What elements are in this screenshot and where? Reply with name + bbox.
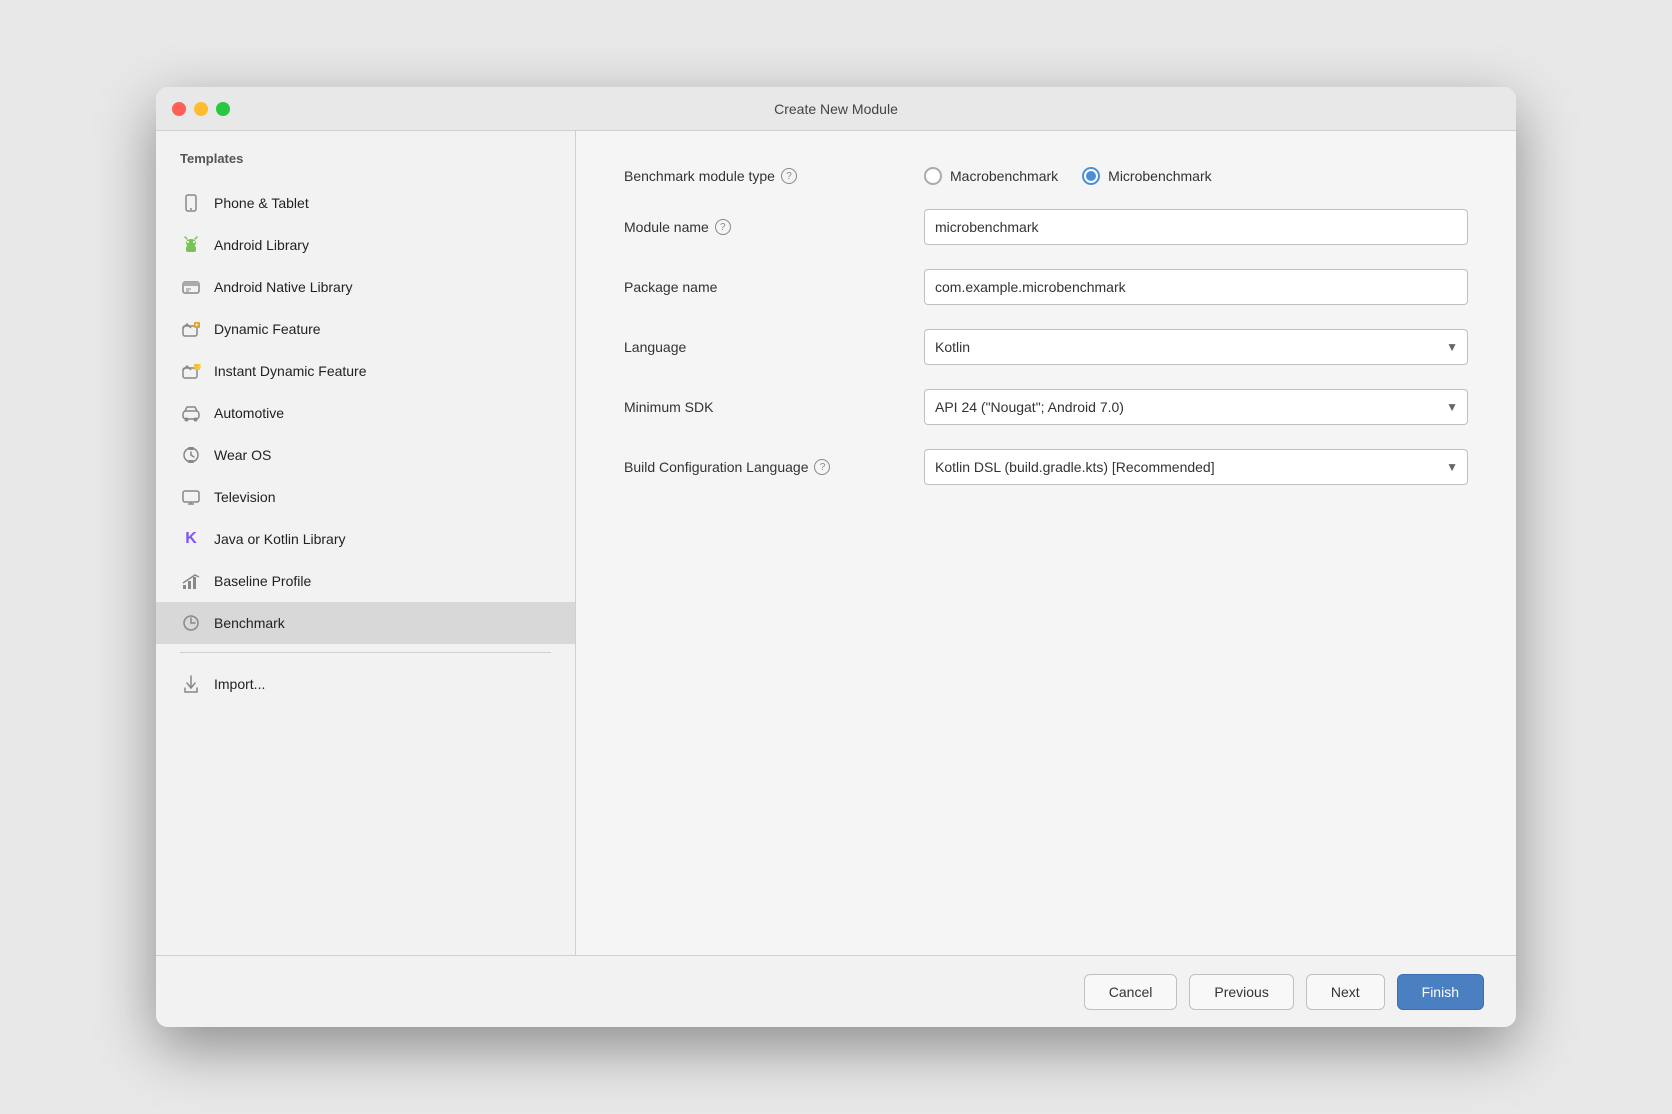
module-name-row: Module name ? — [624, 209, 1468, 245]
dialog-title: Create New Module — [774, 101, 898, 117]
sidebar-item-label: Android Native Library — [214, 279, 353, 295]
sidebar-item-benchmark[interactable]: Benchmark — [156, 602, 575, 644]
build-config-control: Kotlin DSL (build.gradle.kts) [Recommend… — [924, 449, 1468, 485]
cancel-button[interactable]: Cancel — [1084, 974, 1178, 1010]
import-label: Import... — [214, 676, 265, 692]
module-name-help[interactable]: ? — [715, 219, 731, 235]
package-name-label: Package name — [624, 279, 924, 295]
sidebar-item-baseline-profile[interactable]: Baseline Profile — [156, 560, 575, 602]
minimum-sdk-row: Minimum SDK API 24 ("Nougat"; Android 7.… — [624, 389, 1468, 425]
sidebar-item-instant-dynamic-feature[interactable]: ⚡ Instant Dynamic Feature — [156, 350, 575, 392]
instant-dynamic-icon: ⚡ — [180, 360, 202, 382]
native-library-icon — [180, 276, 202, 298]
sidebar-header: Templates — [156, 131, 575, 178]
svg-text:⚡: ⚡ — [196, 363, 202, 371]
language-select[interactable]: Kotlin Java — [924, 329, 1468, 365]
build-config-row: Build Configuration Language ? Kotlin DS… — [624, 449, 1468, 485]
maximize-button[interactable] — [216, 102, 230, 116]
package-name-row: Package name — [624, 269, 1468, 305]
benchmark-module-type-control: Macrobenchmark Microbenchmark — [924, 167, 1468, 185]
automotive-icon — [180, 402, 202, 424]
sidebar-item-label: Baseline Profile — [214, 573, 311, 589]
title-bar: Create New Module — [156, 87, 1516, 131]
microbenchmark-radio[interactable]: Microbenchmark — [1082, 167, 1211, 185]
sidebar-item-java-kotlin-library[interactable]: K Java or Kotlin Library — [156, 518, 575, 560]
dialog-content: Templates Phone & Tablet — [156, 131, 1516, 955]
module-name-label: Module name ? — [624, 219, 924, 235]
dynamic-feature-icon: + — [180, 318, 202, 340]
television-icon — [180, 486, 202, 508]
sidebar-item-import[interactable]: Import... — [156, 661, 575, 707]
minimum-sdk-select[interactable]: API 24 ("Nougat"; Android 7.0) API 21 ("… — [924, 389, 1468, 425]
dialog-footer: Cancel Previous Next Finish — [156, 955, 1516, 1027]
package-name-input[interactable] — [924, 269, 1468, 305]
sidebar-item-label: Benchmark — [214, 615, 285, 631]
create-new-module-dialog: Create New Module Templates Phone & Tabl… — [156, 87, 1516, 1027]
sidebar-item-label: Wear OS — [214, 447, 271, 463]
sidebar-list: Phone & Tablet Android Library — [156, 178, 575, 955]
benchmark-module-type-label: Benchmark module type ? — [624, 168, 924, 184]
sidebar-item-label: Instant Dynamic Feature — [214, 363, 367, 379]
sidebar-item-dynamic-feature[interactable]: + Dynamic Feature — [156, 308, 575, 350]
finish-button[interactable]: Finish — [1397, 974, 1484, 1010]
wear-os-icon — [180, 444, 202, 466]
benchmark-icon — [180, 612, 202, 634]
sidebar-item-label: Dynamic Feature — [214, 321, 321, 337]
import-icon — [180, 673, 202, 695]
templates-sidebar: Templates Phone & Tablet — [156, 131, 576, 955]
microbenchmark-radio-outer — [1082, 167, 1100, 185]
sidebar-item-android-library[interactable]: Android Library — [156, 224, 575, 266]
minimum-sdk-control: API 24 ("Nougat"; Android 7.0) API 21 ("… — [924, 389, 1468, 425]
benchmark-module-type-help[interactable]: ? — [781, 168, 797, 184]
microbenchmark-radio-inner — [1086, 171, 1096, 181]
language-row: Language Kotlin Java ▼ — [624, 329, 1468, 365]
sidebar-item-label: Android Library — [214, 237, 309, 253]
language-label: Language — [624, 339, 924, 355]
sidebar-item-label: Automotive — [214, 405, 284, 421]
sidebar-item-automotive[interactable]: Automotive — [156, 392, 575, 434]
svg-text:+: + — [195, 323, 199, 329]
sidebar-item-label: Java or Kotlin Library — [214, 531, 346, 547]
sidebar-item-wear-os[interactable]: Wear OS — [156, 434, 575, 476]
kotlin-library-icon: K — [180, 528, 202, 550]
minimize-button[interactable] — [194, 102, 208, 116]
baseline-profile-icon — [180, 570, 202, 592]
build-config-select[interactable]: Kotlin DSL (build.gradle.kts) [Recommend… — [924, 449, 1468, 485]
sidebar-item-label: Television — [214, 489, 275, 505]
build-config-label: Build Configuration Language ? — [624, 459, 924, 475]
module-name-input[interactable] — [924, 209, 1468, 245]
language-control: Kotlin Java ▼ — [924, 329, 1468, 365]
phone-tablet-icon — [180, 192, 202, 214]
build-config-help[interactable]: ? — [814, 459, 830, 475]
sidebar-item-phone-tablet[interactable]: Phone & Tablet — [156, 182, 575, 224]
macrobenchmark-radio[interactable]: Macrobenchmark — [924, 167, 1058, 185]
sidebar-divider — [180, 652, 551, 653]
sidebar-item-television[interactable]: Television — [156, 476, 575, 518]
sidebar-item-label: Phone & Tablet — [214, 195, 309, 211]
next-button[interactable]: Next — [1306, 974, 1385, 1010]
window-controls — [172, 102, 230, 116]
module-name-control — [924, 209, 1468, 245]
android-library-icon — [180, 234, 202, 256]
close-button[interactable] — [172, 102, 186, 116]
minimum-sdk-label: Minimum SDK — [624, 399, 924, 415]
macrobenchmark-radio-outer — [924, 167, 942, 185]
benchmark-module-type-row: Benchmark module type ? Macrobenchmark M… — [624, 167, 1468, 185]
main-form: Benchmark module type ? Macrobenchmark M… — [576, 131, 1516, 955]
package-name-control — [924, 269, 1468, 305]
previous-button[interactable]: Previous — [1189, 974, 1293, 1010]
sidebar-item-android-native-library[interactable]: Android Native Library — [156, 266, 575, 308]
